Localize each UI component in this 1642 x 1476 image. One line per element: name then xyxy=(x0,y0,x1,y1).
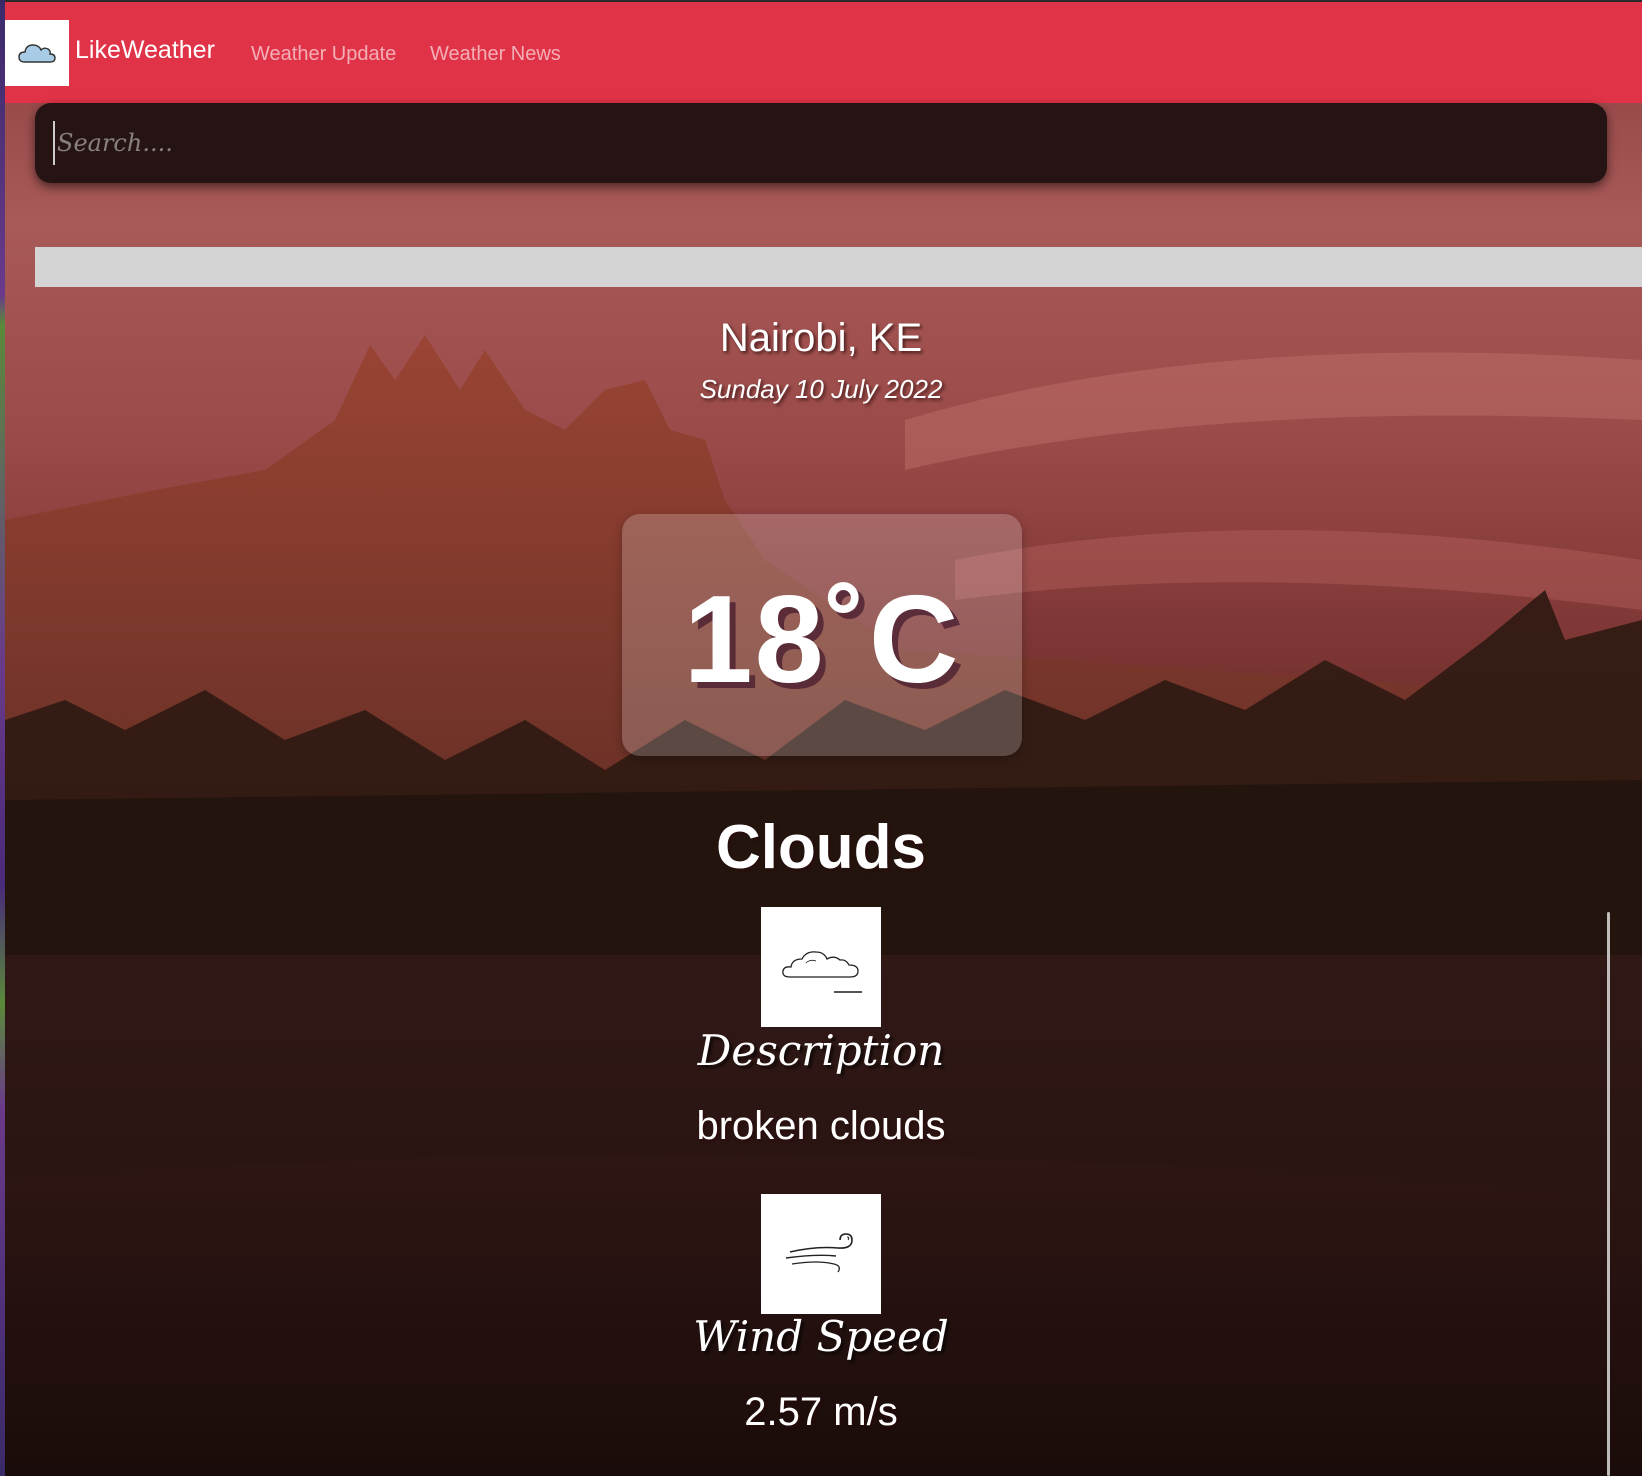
nav-link-weather-news[interactable]: Weather News xyxy=(430,43,561,66)
temperature-card: 18˚C xyxy=(622,514,1022,756)
cloud-logo-icon[interactable] xyxy=(5,20,69,86)
brand-name[interactable]: LikeWeather xyxy=(75,36,215,65)
navbar: LikeWeather Weather Update Weather News xyxy=(5,0,1642,103)
wind-icon xyxy=(761,1194,881,1314)
location-title: Nairobi, KE xyxy=(719,316,923,360)
scrollbar[interactable] xyxy=(1607,912,1610,1476)
date-text: Sunday 10 July 2022 xyxy=(699,374,943,404)
description-label: Description xyxy=(697,1026,945,1075)
cloud-icon xyxy=(761,907,881,1027)
weather-condition: Clouds xyxy=(715,813,927,882)
wind-speed-value: 2.57 m/s xyxy=(744,1390,898,1434)
temperature-value: 18˚C xyxy=(683,571,961,709)
wind-speed-label: Wind Speed xyxy=(693,1312,949,1361)
description-value: broken clouds xyxy=(696,1104,946,1148)
info-bar xyxy=(35,247,1642,287)
search-bar xyxy=(35,103,1607,183)
nav-link-weather-update[interactable]: Weather Update xyxy=(251,43,396,66)
search-input[interactable] xyxy=(53,121,1583,165)
